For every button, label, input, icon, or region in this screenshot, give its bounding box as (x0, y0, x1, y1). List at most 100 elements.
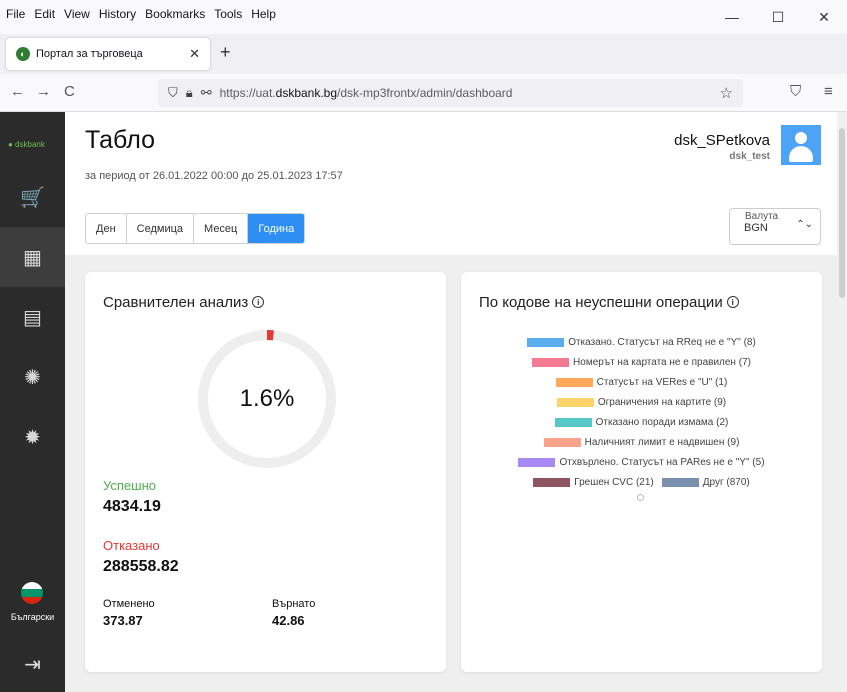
dashboard-icon: ▦ (23, 246, 42, 269)
declined-value: 288558.82 (103, 558, 179, 575)
page-scrollbar[interactable] (837, 112, 847, 692)
sidebar-item-settings[interactable]: ✹ (0, 407, 65, 467)
main-content: Табло за период от 26.01.2022 00:00 до 2… (65, 112, 837, 692)
legend-swatch (518, 457, 556, 467)
user-sub: dsk_test (729, 151, 770, 162)
legend-item[interactable]: Отхвърлено. Статусът на PARes не е "Y" (… (518, 457, 765, 468)
page-title: Табло (85, 126, 156, 154)
cancelled-label: Отменено (103, 598, 155, 610)
cart-icon: 🛒 (20, 186, 45, 209)
tab-title: Портал за търговеца (36, 48, 143, 60)
legend-swatch (543, 437, 581, 447)
award-icon: ✺ (24, 366, 41, 389)
url-text[interactable]: https://uat.dskbank.bg/dsk-mp3frontx/adm… (220, 86, 513, 100)
menu-bookmarks[interactable]: Bookmarks (145, 7, 205, 21)
declined-stat: Отказано 288558.82 (103, 538, 179, 576)
legend-swatch (527, 337, 565, 347)
comparative-analysis-card: Сравнителен анализ i 1.6% Успешно 4834.19… (85, 272, 446, 672)
forward-button[interactable]: → (36, 83, 51, 100)
returned-stat: Върнато 42.86 (272, 598, 315, 628)
close-tab-icon[interactable]: ✕ (189, 46, 200, 62)
legend-swatch (554, 417, 592, 427)
minimize-button[interactable]: — (709, 0, 755, 34)
cancelled-value: 373.87 (103, 613, 143, 628)
language-label[interactable]: Български (0, 612, 65, 622)
menu-view[interactable]: View (64, 7, 90, 21)
period-year-button[interactable]: Година (248, 214, 305, 243)
legend-item[interactable]: Ограничения на картите (9) (556, 397, 726, 408)
page-header: Табло за период от 26.01.2022 00:00 до 2… (65, 112, 837, 255)
sidebar-item-awards[interactable]: ✺ (0, 347, 65, 407)
app-sidebar: ● dskbank 🛒 ▦ ▤ ✺ ✹ Български ⇥ (0, 112, 65, 692)
info-icon[interactable]: i (252, 296, 265, 308)
bookmark-star-icon[interactable]: ☆ (720, 84, 733, 102)
legend-item[interactable]: Статусът на VERes e "U" (1) (555, 377, 727, 388)
cancelled-stat: Отменено 373.87 (103, 598, 155, 628)
browser-tab[interactable]: ◐ Портал за търговеца ✕ (6, 38, 210, 70)
failure-legend: Отказано. Статусът на RReq не е "Y" (8) … (461, 332, 822, 492)
legend-item[interactable]: Отказано поради измама (2) (554, 417, 728, 428)
user-info: dsk_SPetkova dsk_test (674, 132, 770, 162)
period-text: за период от 26.01.2022 00:00 до 25.01.2… (85, 170, 343, 182)
legend-swatch (533, 477, 571, 487)
legend-item[interactable]: Наличният лимит е надвишен (9) (543, 437, 739, 448)
url-bar[interactable]: ⛉ 🔒︎ ⚯ https://uat.dskbank.bg/dsk-mp3fro… (158, 79, 743, 107)
menu-tools[interactable]: Tools (214, 7, 242, 21)
avatar[interactable] (781, 125, 821, 165)
bulgarian-flag-icon[interactable] (21, 582, 43, 604)
window-controls: — ☐ ✕ (709, 0, 847, 34)
success-value: 4834.19 (103, 498, 161, 515)
legend-item[interactable]: Грешен CVC (21) (533, 477, 654, 488)
loading-spinner-icon (637, 494, 644, 501)
maximize-button[interactable]: ☐ (755, 0, 801, 34)
logout-icon[interactable]: ⇥ (0, 652, 65, 677)
browser-menubar: File Edit View History Bookmarks Tools H… (0, 0, 847, 34)
permissions-icon[interactable]: ⚯ (201, 85, 212, 101)
success-label: Успешно (103, 478, 156, 493)
sidebar-item-orders[interactable]: 🛒 (0, 167, 65, 227)
declined-label: Отказано (103, 538, 160, 553)
currency-select[interactable]: Валута BGN ⌃⌄ (729, 208, 821, 245)
legend-item[interactable]: Друг (870) (661, 477, 750, 488)
menu-file[interactable]: File (6, 7, 25, 21)
menu-help[interactable]: Help (251, 7, 276, 21)
dsk-logo-icon: ◐ (16, 47, 30, 61)
back-button[interactable]: ← (10, 83, 25, 100)
sidebar-item-dashboard[interactable]: ▦ (0, 227, 65, 287)
legend-swatch (532, 357, 570, 367)
legend-item[interactable]: Отказано. Статусът на RReq не е "Y" (8) (527, 337, 756, 348)
legend-item[interactable]: Номерът на картата не е правилен (7) (532, 357, 751, 368)
settings-icon: ✹ (24, 426, 41, 449)
gauge-value: 1.6% (239, 385, 295, 412)
failure-codes-card: По кодове на неуспешни операции i Отказан… (461, 272, 822, 672)
returned-label: Върнато (272, 598, 316, 610)
avatar-body (789, 146, 813, 162)
legend-swatch (556, 397, 594, 407)
pocket-icon[interactable]: ⛉ (790, 83, 801, 100)
comparative-title: Сравнителен анализ i (103, 294, 265, 311)
menu-edit[interactable]: Edit (34, 7, 55, 21)
success-stat: Успешно 4834.19 (103, 478, 161, 516)
sidebar-item-reports[interactable]: ▤ (0, 287, 65, 347)
app-menu-icon[interactable]: ≡ (824, 83, 833, 100)
period-month-button[interactable]: Месец (194, 214, 249, 243)
period-week-button[interactable]: Седмица (126, 214, 195, 243)
avatar-head (795, 132, 807, 144)
lock-icon[interactable]: 🔒︎ (186, 85, 193, 101)
scrollbar-thumb[interactable] (839, 128, 845, 298)
info-icon[interactable]: i (726, 296, 739, 308)
legend-swatch (661, 477, 699, 487)
user-name: dsk_SPetkova (674, 132, 770, 149)
new-tab-button[interactable]: + (220, 42, 231, 63)
period-day-button[interactable]: Ден (86, 214, 127, 243)
shield-icon[interactable]: ⛉ (168, 85, 178, 101)
menu-history[interactable]: History (99, 7, 136, 21)
close-window-button[interactable]: ✕ (801, 0, 847, 34)
reload-button[interactable]: C (64, 83, 75, 100)
tab-bar: ◐ Портал за търговеца ✕ + (0, 34, 847, 74)
failure-codes-title: По кодове на неуспешни операции i (479, 294, 739, 311)
navigation-bar: ← → C ⛉ 🔒︎ ⚯ https://uat.dskbank.bg/dsk-… (0, 74, 847, 112)
bank-logo[interactable]: ● dskbank (8, 140, 45, 149)
period-selector: Ден Седмица Месец Година (85, 213, 306, 244)
document-icon: ▤ (23, 306, 42, 329)
